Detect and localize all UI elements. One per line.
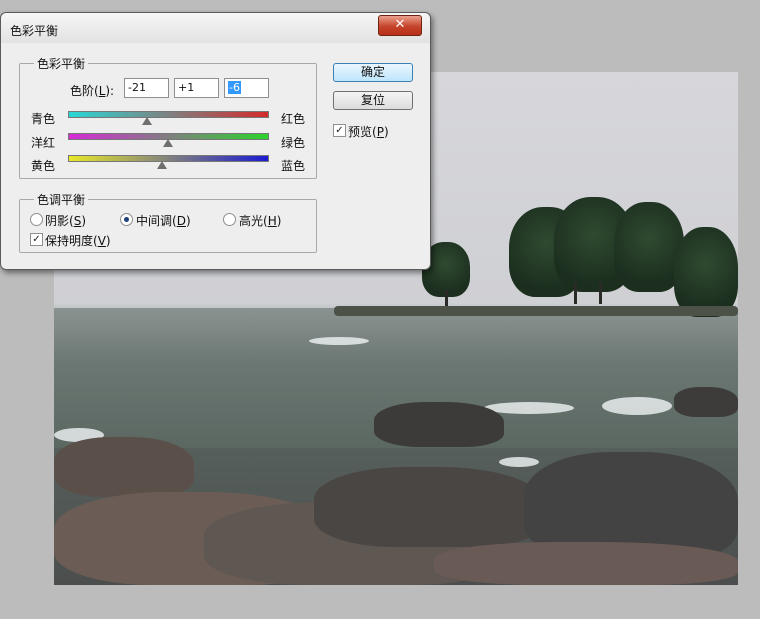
reset-button[interactable]: 复位 — [333, 91, 413, 110]
highlights-label[interactable]: 高光(H) — [239, 212, 281, 229]
wave-foam — [602, 397, 672, 415]
slider-right-label: 绿色 — [281, 136, 306, 150]
slider-right-label: 蓝色 — [281, 159, 306, 173]
cyan-red-slider-thumb[interactable] — [141, 117, 152, 125]
rock — [314, 467, 544, 547]
dialog-title: 色彩平衡 — [10, 24, 59, 38]
color-balance-dialog: 色彩平衡 ✕ 色彩平衡 色阶(L): -21 +1 -6 青色 红色 洋红 绿色… — [0, 12, 431, 270]
magenta-green-slider-thumb[interactable] — [163, 139, 174, 147]
wave-foam — [499, 457, 539, 467]
highlights-radio[interactable] — [223, 213, 236, 226]
midtones-label[interactable]: 中间调(D) — [136, 212, 191, 229]
level-input-yellow-blue[interactable]: -6 — [224, 78, 269, 98]
levels-label: 色阶(L): — [70, 84, 115, 98]
rock — [374, 402, 504, 447]
yellow-blue-slider-thumb[interactable] — [156, 161, 167, 169]
rock — [674, 387, 738, 417]
tree-cluster — [674, 227, 738, 317]
preserve-luminosity-label[interactable]: 保持明度(V) — [45, 232, 111, 249]
shoreline — [334, 306, 738, 316]
preview-label[interactable]: 预览(P) — [348, 123, 389, 140]
close-icon: ✕ — [394, 17, 406, 32]
tree-trunk — [574, 282, 577, 304]
level-input-magenta-green[interactable]: +1 — [174, 78, 219, 98]
dialog-titlebar[interactable]: 色彩平衡 ✕ — [1, 13, 430, 43]
tone-balance-legend: 色调平衡 — [37, 193, 86, 207]
wave-foam — [309, 337, 369, 345]
midtones-radio[interactable] — [120, 213, 133, 226]
shadows-label[interactable]: 阴影(S) — [45, 212, 86, 229]
cyan-red-slider-track[interactable] — [68, 111, 269, 118]
close-button[interactable]: ✕ — [378, 15, 422, 36]
preserve-luminosity-checkbox[interactable]: ✓ — [30, 233, 43, 246]
rock — [434, 542, 738, 585]
shadows-radio[interactable] — [30, 213, 43, 226]
preview-checkbox[interactable]: ✓ — [333, 124, 346, 137]
slider-left-label: 黄色 — [31, 159, 56, 173]
slider-left-label: 洋红 — [31, 136, 56, 150]
ok-button[interactable]: 确定 — [333, 63, 413, 82]
rock — [54, 437, 194, 497]
slider-right-label: 红色 — [281, 112, 306, 126]
level-input-cyan-red[interactable]: -21 — [124, 78, 169, 98]
tree-trunk — [599, 282, 602, 304]
slider-left-label: 青色 — [31, 112, 56, 126]
yellow-blue-slider-track[interactable] — [68, 155, 269, 162]
color-balance-legend: 色彩平衡 — [37, 57, 86, 71]
